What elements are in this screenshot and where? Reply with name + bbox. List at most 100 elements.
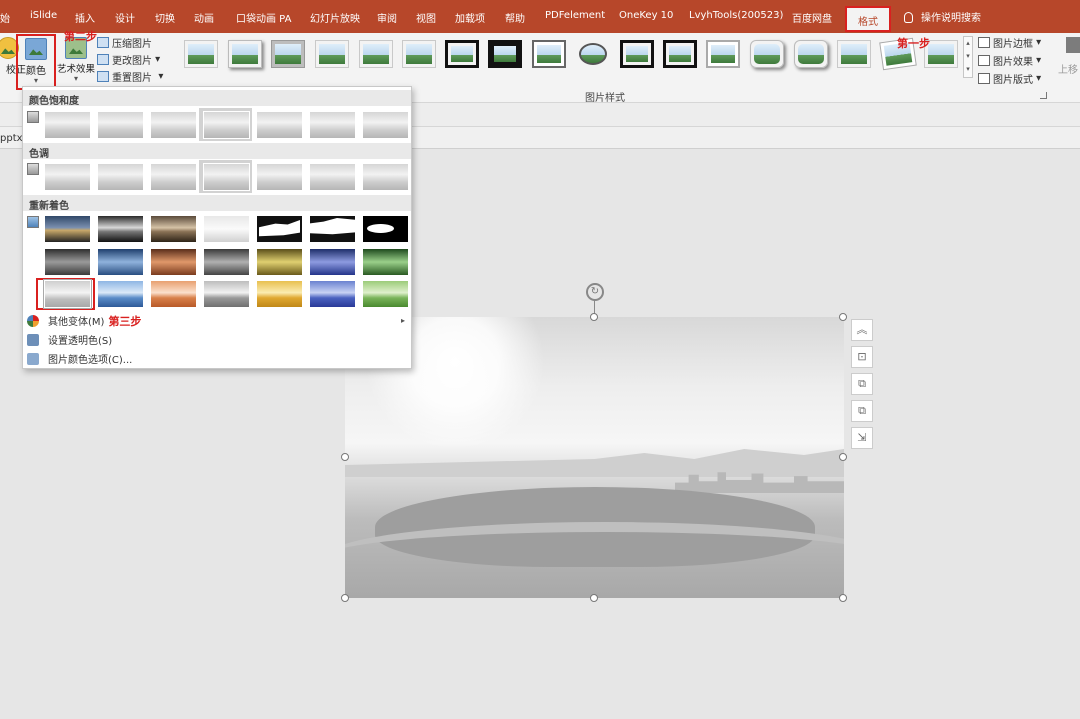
dialog-launcher-icon[interactable] [1040, 92, 1047, 99]
tab-pocket-animation[interactable]: 口袋动画 PA [236, 10, 291, 25]
tab-animations[interactable]: 动画 [194, 10, 214, 25]
picture-style-thumbnail[interactable] [794, 40, 828, 68]
picture-style-thumbnail[interactable] [184, 40, 218, 68]
recolor-swatch[interactable] [43, 279, 92, 309]
crop-icon[interactable]: ⇲ [851, 427, 873, 449]
picture-effects-button[interactable]: 图片效果 ▾ [978, 51, 1048, 69]
picture-layout-button[interactable]: 图片版式 ▾ [978, 69, 1048, 87]
recolor-swatch[interactable] [362, 280, 409, 308]
recolor-swatch[interactable] [256, 215, 303, 243]
tab-review[interactable]: 审阅 [377, 10, 397, 25]
saturation-swatch[interactable] [256, 111, 303, 139]
tone-swatch[interactable] [256, 163, 303, 191]
recolor-swatch[interactable] [362, 215, 409, 243]
more-variations-item[interactable]: 其他变体(M) 第三步 ▸ [23, 311, 411, 330]
saturation-swatch[interactable] [309, 111, 356, 139]
picture-style-thumbnail[interactable] [488, 40, 522, 68]
send-back-icon[interactable]: ⧉ [851, 400, 873, 422]
collapse-icon[interactable]: ︽ [851, 319, 873, 341]
recolor-swatch[interactable] [309, 215, 356, 243]
resize-handle[interactable] [590, 594, 598, 602]
tab-design[interactable]: 设计 [115, 10, 135, 25]
picture-border-button[interactable]: 图片边框 ▾ [978, 33, 1048, 51]
tab-lvyhtools[interactable]: LvyhTools(200523) [689, 10, 783, 21]
recolor-swatch[interactable] [203, 215, 250, 243]
picture-style-thumbnail[interactable] [706, 40, 740, 68]
tone-swatch[interactable] [97, 163, 144, 191]
chevron-down-icon: ▾ [33, 76, 38, 85]
saturation-swatch[interactable] [44, 111, 91, 139]
saturation-swatch[interactable] [362, 111, 409, 139]
color-dropdown-menu: 颜色饱和度 色调 重新着色 其他变体(M) 第三步 ▸ 设置透明色(S) 图片颜… [22, 86, 412, 369]
tab-pdfelement[interactable]: PDFelement [545, 10, 605, 21]
tab-slideshow[interactable]: 幻灯片放映 [310, 10, 360, 25]
tab-insert[interactable]: 插入 [75, 10, 95, 25]
set-transparent-color-item[interactable]: 设置透明色(S) [23, 330, 411, 349]
tab-format[interactable]: 格式 [845, 6, 891, 32]
compress-pictures-button[interactable]: 压缩图片 [97, 33, 152, 51]
recolor-swatch[interactable] [309, 280, 356, 308]
picture-style-thumbnail[interactable] [271, 40, 305, 68]
recolor-swatch[interactable] [150, 215, 197, 243]
rotate-handle-icon[interactable]: ↻ [586, 283, 604, 301]
recolor-swatch[interactable] [256, 248, 303, 276]
tab-help[interactable]: 帮助 [505, 10, 525, 25]
tab-islide[interactable]: iSlide [30, 10, 57, 21]
resize-handle[interactable] [839, 594, 847, 602]
tab-home[interactable]: 始 [0, 10, 10, 25]
resize-handle[interactable] [341, 453, 349, 461]
recolor-swatch[interactable] [309, 248, 356, 276]
saturation-swatch[interactable] [97, 111, 144, 139]
resize-handle[interactable] [839, 453, 847, 461]
gallery-scroll-control[interactable]: ▴ ▾ ▾ [963, 36, 973, 78]
recolor-swatch[interactable] [203, 248, 250, 276]
set-transparent-icon [27, 333, 39, 346]
recolor-swatch[interactable] [97, 248, 144, 276]
picture-style-thumbnail[interactable] [532, 40, 566, 68]
tell-me-search[interactable]: 操作说明搜索 [904, 9, 981, 24]
picture-color-options-item[interactable]: 图片颜色选项(C)... [23, 349, 411, 368]
bring-forward-icon[interactable] [1066, 37, 1080, 53]
document-tab[interactable]: pptx [0, 133, 23, 144]
tone-swatch[interactable] [309, 163, 356, 191]
recolor-swatch[interactable] [44, 248, 91, 276]
tone-swatch[interactable] [44, 163, 91, 191]
picture-style-thumbnail[interactable] [576, 40, 610, 68]
picture-style-thumbnail[interactable] [837, 40, 871, 68]
picture-style-thumbnail[interactable] [750, 40, 784, 68]
saturation-swatch[interactable] [203, 111, 250, 139]
change-picture-button[interactable]: 更改图片 ▾ [97, 50, 160, 68]
tab-onekey[interactable]: OneKey 10 [619, 10, 673, 21]
picture-style-thumbnail[interactable] [663, 40, 697, 68]
resize-handle[interactable] [839, 313, 847, 321]
recolor-swatch[interactable] [362, 248, 409, 276]
selected-picture[interactable] [345, 317, 844, 598]
recolor-swatch[interactable] [97, 280, 144, 308]
recolor-swatch[interactable] [150, 280, 197, 308]
saturation-swatch[interactable] [150, 111, 197, 139]
picture-style-thumbnail[interactable] [620, 40, 654, 68]
tab-view[interactable]: 视图 [416, 10, 436, 25]
reset-picture-button[interactable]: 重置图片 ▾ [97, 67, 163, 85]
tab-transitions[interactable]: 切换 [155, 10, 175, 25]
tone-swatch[interactable] [362, 163, 409, 191]
picture-style-thumbnail[interactable] [445, 40, 479, 68]
resize-handle[interactable] [590, 313, 598, 321]
recolor-swatch[interactable] [44, 215, 91, 243]
recolor-swatch[interactable] [150, 248, 197, 276]
picture-style-thumbnail[interactable] [315, 40, 349, 68]
picture-style-thumbnail[interactable] [402, 40, 436, 68]
tab-addins[interactable]: 加载项 [455, 10, 485, 25]
recolor-swatch[interactable] [97, 215, 144, 243]
tone-swatch[interactable] [150, 163, 197, 191]
recolor-swatch[interactable] [203, 280, 250, 308]
picture-style-thumbnail[interactable] [228, 40, 262, 68]
resize-handle[interactable] [341, 594, 349, 602]
tab-baidu-netdisk[interactable]: 百度网盘 [792, 10, 832, 25]
align-icon[interactable]: ⊡ [851, 346, 873, 368]
bring-front-icon[interactable]: ⧉ [851, 373, 873, 395]
color-button[interactable]: 颜色 ▾ [16, 34, 56, 90]
recolor-swatch[interactable] [256, 280, 303, 308]
tone-swatch[interactable] [203, 163, 250, 191]
picture-style-thumbnail[interactable] [359, 40, 393, 68]
